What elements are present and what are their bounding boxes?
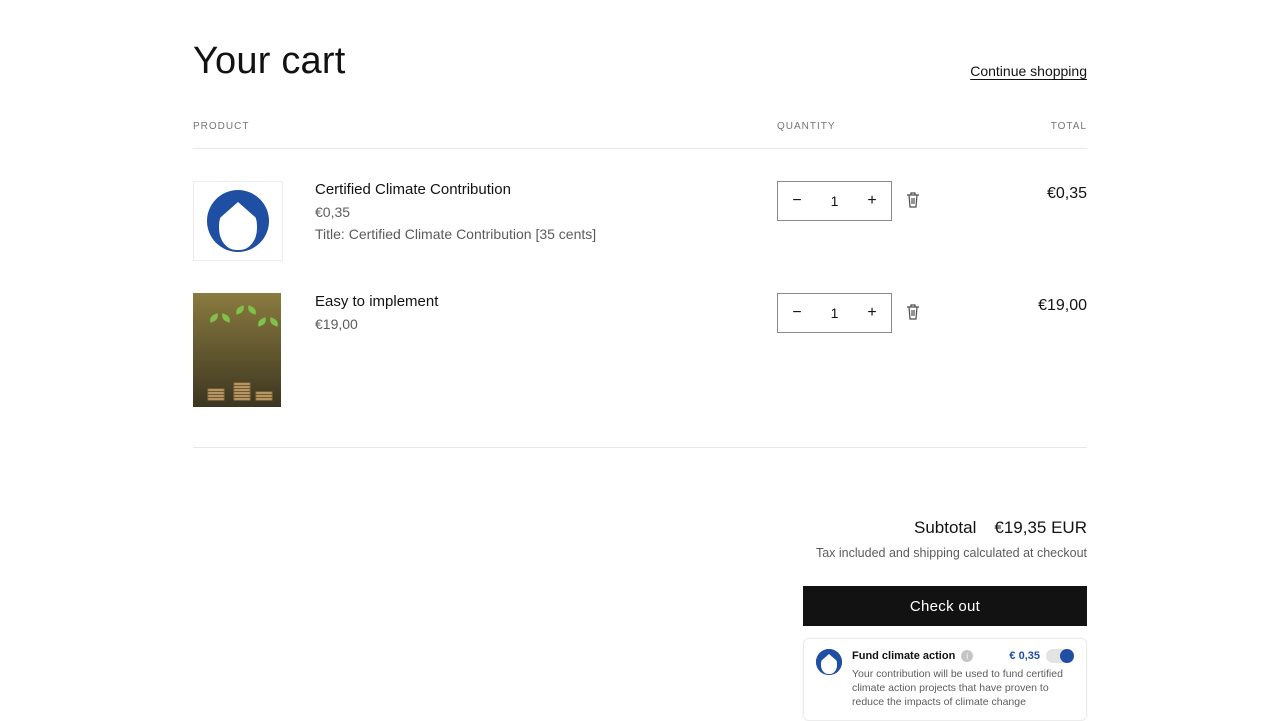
product-price: €0,35: [315, 204, 777, 220]
quantity-cell: − 1 +: [777, 293, 937, 407]
climate-toggle[interactable]: [1046, 649, 1074, 663]
product-thumbnail[interactable]: [193, 181, 283, 261]
tax-note: Tax included and shipping calculated at …: [803, 546, 1087, 560]
quantity-stepper: − 1 +: [777, 293, 892, 333]
trash-icon: [905, 303, 921, 321]
cart-row: Certified Climate Contribution €0,35 Tit…: [193, 149, 1087, 261]
cart-table-header: PRODUCT QUANTITY TOTAL: [193, 121, 1087, 149]
climate-body: Fund climate action i € 0,35 Your contri…: [852, 649, 1074, 710]
product-image-cell: [193, 181, 315, 261]
coins-icon: [255, 392, 273, 401]
col-quantity: QUANTITY: [777, 121, 937, 132]
cart-header: Your cart Continue shopping: [193, 40, 1087, 83]
divider: [193, 447, 1087, 448]
sprout-icon: [259, 319, 277, 337]
line-total: €19,00: [937, 293, 1087, 407]
climate-title: Fund climate action: [852, 650, 955, 662]
coins-icon: [207, 389, 225, 401]
remove-button[interactable]: [898, 293, 928, 321]
product-name[interactable]: Easy to implement: [315, 293, 777, 310]
increase-button[interactable]: +: [853, 182, 891, 220]
subtotal-value: €19,35 EUR: [994, 518, 1087, 538]
climate-description: Your contribution will be used to fund c…: [852, 667, 1074, 710]
product-thumbnail[interactable]: [193, 293, 281, 407]
climate-header-row: Fund climate action i € 0,35: [852, 649, 1074, 663]
cart-page: Your cart Continue shopping PRODUCT QUAN…: [193, 0, 1087, 721]
cart-items: Certified Climate Contribution €0,35 Tit…: [193, 149, 1087, 407]
quantity-value[interactable]: 1: [816, 294, 853, 332]
product-meta: Title: Certified Climate Contribution [3…: [315, 226, 777, 242]
page-title: Your cart: [193, 40, 345, 83]
continue-shopping-link[interactable]: Continue shopping: [970, 63, 1087, 83]
decrease-button[interactable]: −: [778, 182, 816, 220]
increase-button[interactable]: +: [853, 294, 891, 332]
quantity-stepper: − 1 +: [777, 181, 892, 221]
trash-icon: [905, 191, 921, 209]
sprout-icon: [211, 315, 229, 333]
quantity-cell: − 1 +: [777, 181, 937, 261]
climate-logo: [816, 649, 842, 675]
checkout-button[interactable]: Check out: [803, 586, 1087, 626]
subtotal-label: Subtotal: [914, 518, 976, 538]
info-icon[interactable]: i: [961, 650, 973, 662]
product-info: Certified Climate Contribution €0,35 Tit…: [315, 181, 777, 261]
subtotal-row: Subtotal €19,35 EUR: [803, 518, 1087, 538]
cart-row: Easy to implement €19,00 − 1 + €19,00: [193, 261, 1087, 407]
climate-widget: Fund climate action i € 0,35 Your contri…: [803, 638, 1087, 721]
remove-button[interactable]: [898, 181, 928, 209]
product-info: Easy to implement €19,00: [315, 293, 777, 407]
product-image-cell: [193, 293, 315, 407]
line-total: €0,35: [937, 181, 1087, 261]
coins-icon: [233, 383, 251, 401]
penguin-icon: [207, 190, 269, 252]
col-product: PRODUCT: [193, 121, 777, 132]
climate-amount: € 0,35: [1009, 650, 1040, 662]
sprout-icon: [237, 307, 255, 325]
quantity-value[interactable]: 1: [816, 182, 853, 220]
col-total: TOTAL: [937, 121, 1087, 132]
cart-summary: Subtotal €19,35 EUR Tax included and shi…: [803, 518, 1087, 721]
product-price: €19,00: [315, 316, 777, 332]
product-name[interactable]: Certified Climate Contribution: [315, 181, 777, 198]
penguin-icon: [816, 649, 842, 675]
decrease-button[interactable]: −: [778, 294, 816, 332]
